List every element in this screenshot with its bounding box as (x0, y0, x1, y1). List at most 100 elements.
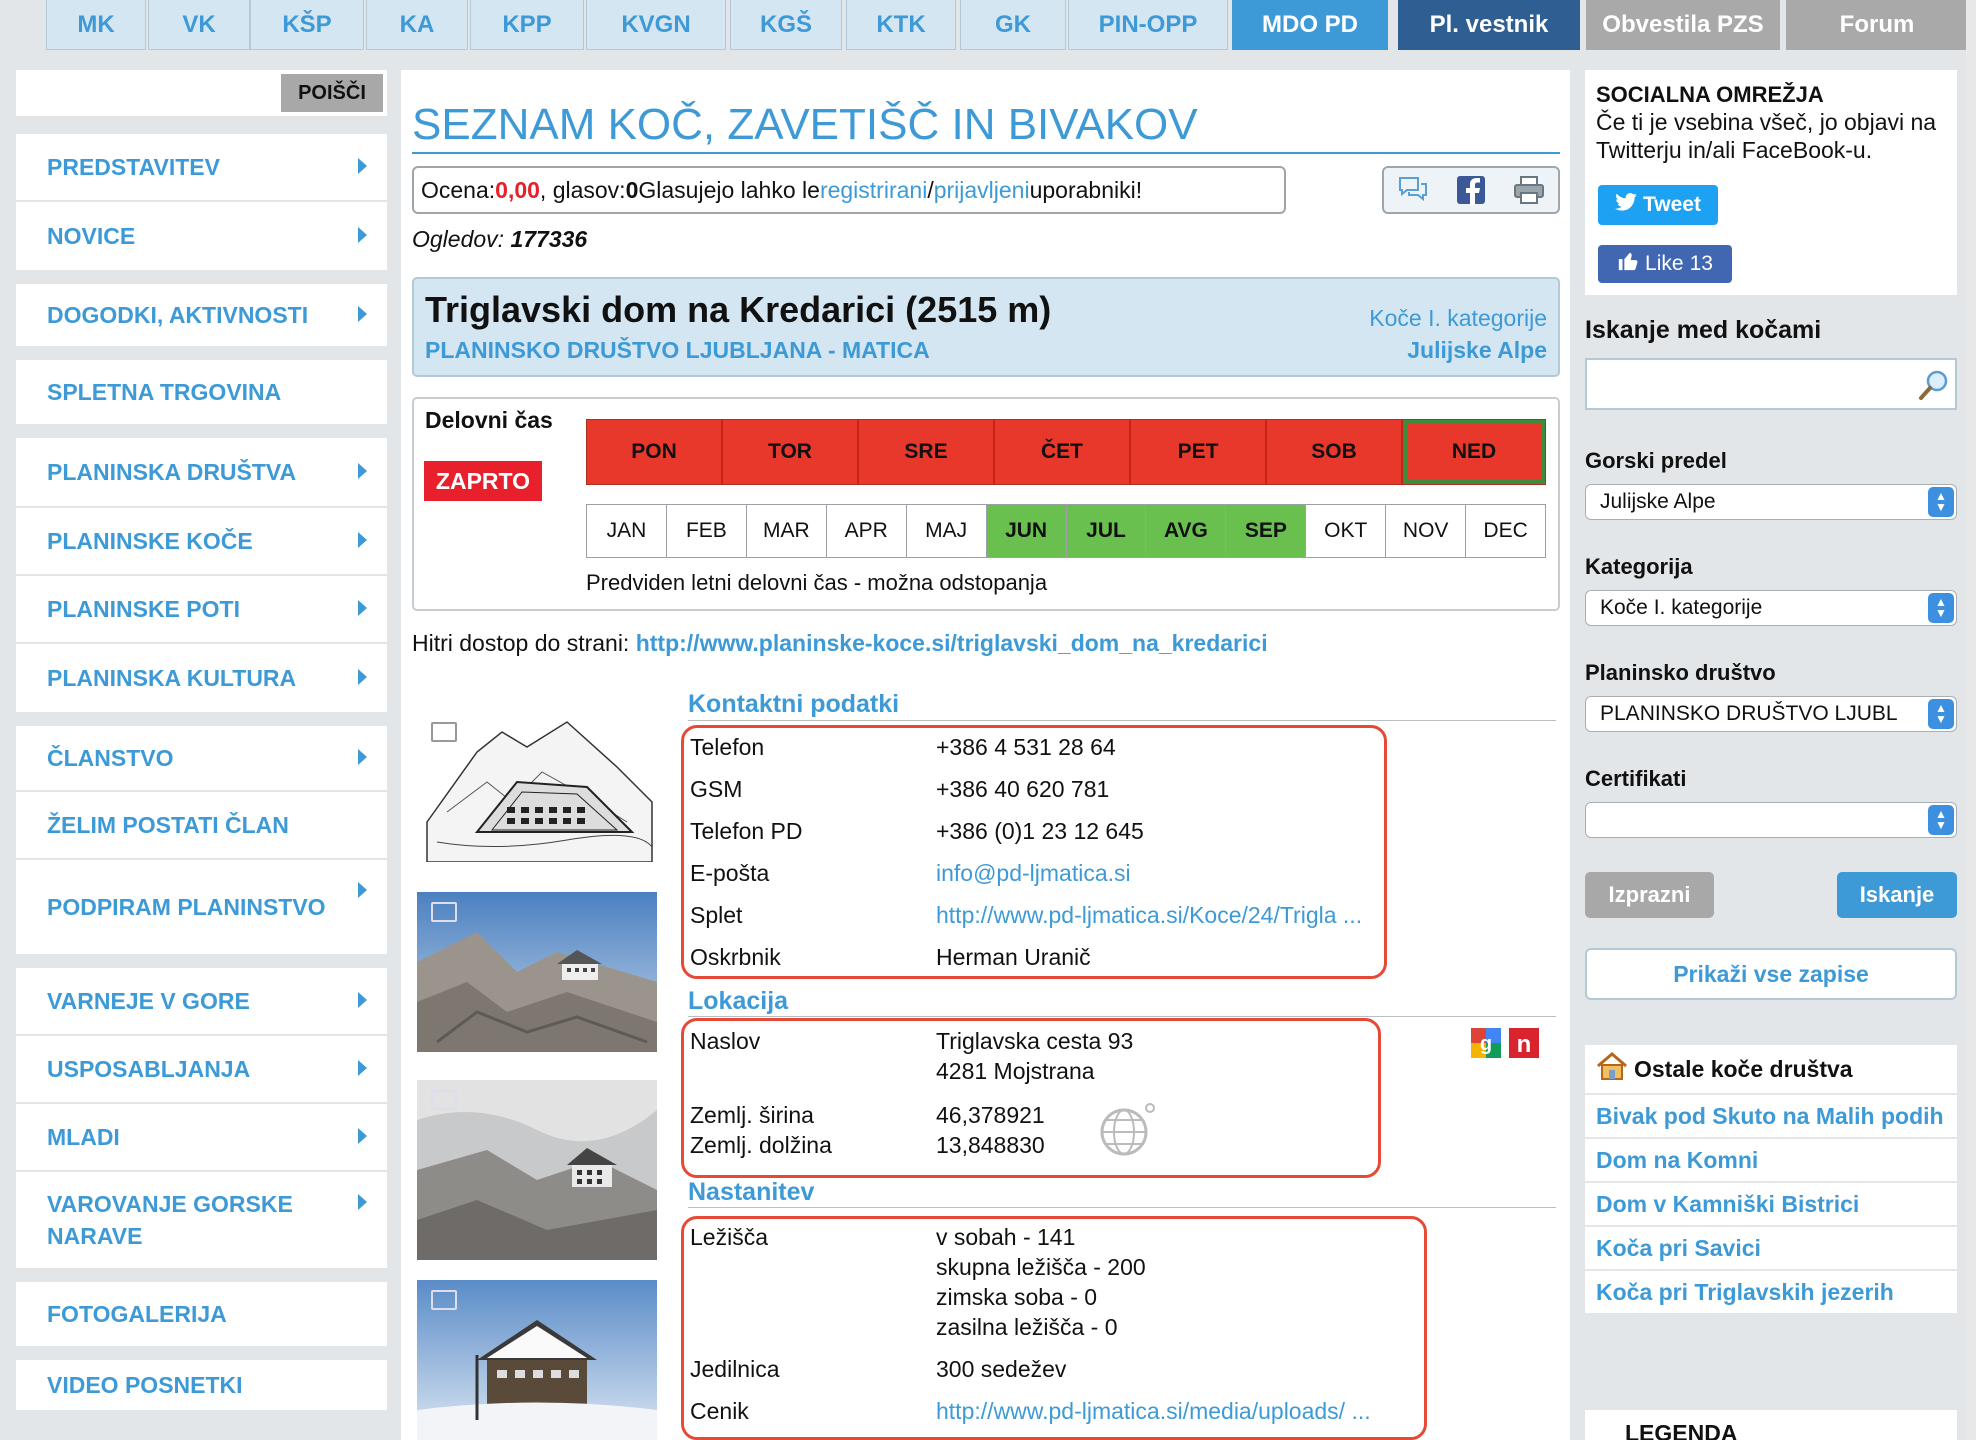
hut-photo-rocks[interactable] (417, 892, 657, 1052)
nav-item-label: ČLANSTVO (47, 745, 174, 771)
search-button[interactable]: Iskanje (1837, 872, 1957, 918)
contact-section-title: Kontaktni podatki (688, 690, 900, 718)
contact-value-e-posta[interactable]: info@pd-ljmatica.si (936, 860, 1131, 887)
show-all-button[interactable]: Prikaži vse zapise (1585, 948, 1957, 1000)
registered-link[interactable]: registrirani (820, 177, 927, 204)
thumbs-up-icon (1617, 250, 1639, 278)
nav-item-usposabljanja[interactable]: USPOSABLJANJA (16, 1036, 387, 1104)
society-select[interactable]: PLANINSKO DRUŠTVO LJUBL ▲ ▼ (1585, 696, 1957, 732)
latitude-value: 46,378921 (936, 1102, 1045, 1128)
hut-photo-sketch[interactable] (417, 712, 657, 862)
tab-forum[interactable]: Forum (1786, 0, 1968, 50)
nav-item-spletna-trgovina[interactable]: SPLETNA TRGOVINA (16, 360, 387, 424)
tab-kgs[interactable]: KGŠ (730, 0, 842, 50)
najdi-map-icon[interactable]: n (1509, 1028, 1539, 1058)
quick-access-link[interactable]: http://www.planinske-koce.si/triglavski_… (636, 630, 1268, 656)
tab-mk[interactable]: MK (46, 0, 146, 50)
hut-photo-snow[interactable] (417, 1280, 657, 1440)
hut-photo-fog[interactable] (417, 1080, 657, 1260)
hut-category-link[interactable]: Koče I. kategorije (1369, 305, 1547, 332)
nav-item-zelim-postati-clan[interactable]: ŽELIM POSTATI ČLAN (16, 792, 387, 860)
address-line2: 4281 Mojstrana (936, 1058, 1095, 1084)
tab-pin-opp[interactable]: PIN-OPP (1068, 0, 1228, 50)
rating-value: 0,00 (495, 176, 540, 203)
hut-society-link[interactable]: PLANINSKO DRUŠTVO LJUBLJANA - MATICA (425, 337, 930, 364)
tab-mdo-pd[interactable]: MDO PD (1232, 0, 1388, 50)
magnifier-icon[interactable] (1917, 368, 1951, 407)
hut-region-link[interactable]: Julijske Alpe (1407, 337, 1547, 364)
nav-item-mladi[interactable]: MLADI (16, 1104, 387, 1172)
legend-title: LEGENDA (1625, 1420, 1738, 1440)
clear-button[interactable]: Izprazni (1585, 872, 1714, 918)
longitude-label: Zemlj. dolžina (690, 1132, 832, 1158)
comments-icon[interactable] (1397, 174, 1429, 206)
top-tabs: MK VK KŠP KA KPP KVGN KGŠ KTK GK PIN-OPP MDO PD Pl.… (0, 0, 1976, 52)
lodging-section-title: Nastanitev (688, 1178, 815, 1206)
views-value: 177336 (510, 226, 588, 252)
category-select[interactable]: Koče I. kategorije ▲ ▼ (1585, 590, 1957, 626)
expand-icon (431, 902, 457, 922)
tweet-button[interactable]: Tweet (1598, 185, 1718, 225)
tab-pl-vestnik[interactable]: Pl. vestnik (1398, 0, 1580, 50)
nav-item-video-posnetki[interactable]: VIDEO POSNETKI (16, 1360, 387, 1410)
day-sob: SOB (1267, 420, 1403, 484)
chevron-right-icon (358, 1194, 367, 1210)
region-select[interactable]: Julijske Alpe ▲ ▼ (1585, 484, 1957, 520)
tab-kvgn[interactable]: KVGN (586, 0, 726, 50)
contact-value-splet[interactable]: http://www.pd-ljmatica.si/Koce/24/Trigla… (936, 902, 1362, 929)
tab-ksp[interactable]: KŠP (250, 0, 364, 50)
like-button[interactable]: Like 13 (1598, 245, 1732, 283)
certificates-select[interactable]: ▲ ▼ (1585, 802, 1957, 838)
nav-item-clanstvo[interactable]: ČLANSTVO (16, 726, 387, 792)
dropdown-arrows-icon: ▲ ▼ (1928, 699, 1954, 729)
nav-item-planinske-poti[interactable]: PLANINSKE POTI (16, 576, 387, 644)
logged-in-link[interactable]: prijavljeni (934, 177, 1030, 204)
hut-search-heading: Iskanje med kočami (1585, 316, 1822, 344)
contact-highlight (681, 725, 1387, 979)
tab-ka[interactable]: KA (366, 0, 468, 50)
price-link[interactable]: http://www.pd-ljmatica.si/media/uploads/… (936, 1398, 1371, 1425)
contact-label-e-posta: E-pošta (690, 860, 770, 886)
nav-item-fotogalerija[interactable]: FOTOGALERIJA (16, 1282, 387, 1346)
tab-gk[interactable]: GK (960, 0, 1066, 50)
hut-search-input[interactable] (1585, 358, 1957, 410)
other-hut-link[interactable]: Dom na Komni (1585, 1139, 1957, 1183)
facebook-icon[interactable] (1455, 174, 1487, 206)
nav-item-dogodki-aktivnosti[interactable]: DOGODKI, AKTIVNOSTI (16, 284, 387, 346)
tab-vk[interactable]: VK (148, 0, 250, 50)
nav-group: PLANINSKA DRUŠTVA PLANINSKE KOČE PLANINSKE… (16, 438, 387, 712)
nav-item-varovanje-gorske-narave[interactable]: VAROVANJE GORSKE NARAVE (16, 1172, 387, 1268)
nav-item-planinska-drustva[interactable]: PLANINSKA DRUŠTVA (16, 438, 387, 508)
chevron-right-icon (358, 749, 367, 765)
chevron-right-icon (358, 532, 367, 548)
rating-text: Glasujejo lahko le (638, 176, 820, 203)
nav-item-varneje-v-gore[interactable]: VARNEJE V GORE (16, 968, 387, 1036)
views-label: Ogledov: (412, 226, 511, 252)
other-hut-link[interactable]: Bivak pod Skuto na Malih podih (1585, 1095, 1957, 1139)
nav-item-label: VAROVANJE GORSKE NARAVE (47, 1191, 293, 1249)
tab-obvestila-pzs[interactable]: Obvestila PZS (1586, 0, 1780, 50)
page-scrollbar[interactable] (1966, 0, 1976, 1440)
other-hut-link[interactable]: Dom v Kamniški Bistrici (1585, 1183, 1957, 1227)
tab-kpp[interactable]: KPP (470, 0, 584, 50)
category-label: Kategorija (1585, 554, 1693, 579)
social-text: Če ti je vsebina všeč, jo objavi na Twit… (1596, 109, 1937, 163)
tab-ktk[interactable]: KTK (846, 0, 956, 50)
nav-item-predstavitev[interactable]: PREDSTAVITEV (16, 134, 387, 202)
google-maps-icon[interactable]: g (1471, 1028, 1501, 1058)
day-cet: ČET (995, 420, 1131, 484)
print-icon[interactable] (1513, 174, 1545, 206)
chevron-right-icon (358, 669, 367, 685)
other-hut-link[interactable]: Koča pri Savici (1585, 1227, 1957, 1271)
nav-item-planinska-kultura[interactable]: PLANINSKA KULTURA (16, 644, 387, 712)
nav-item-planinske-koce[interactable]: PLANINSKE KOČE (16, 508, 387, 576)
site-search-input[interactable] (16, 70, 281, 116)
month-jan: JAN (587, 505, 667, 557)
nav-item-label: PREDSTAVITEV (47, 154, 220, 180)
nav-item-podpiram-planinstvo[interactable]: PODPIRAM PLANINSTVO (16, 860, 387, 954)
other-hut-link[interactable]: Koča pri Triglavskih jezerih (1585, 1271, 1957, 1315)
globe-icon[interactable] (1098, 1100, 1158, 1165)
day-sre: SRE (859, 420, 995, 484)
site-search-button[interactable]: POIŠČI (281, 74, 383, 112)
nav-item-novice[interactable]: NOVICE (16, 202, 387, 270)
